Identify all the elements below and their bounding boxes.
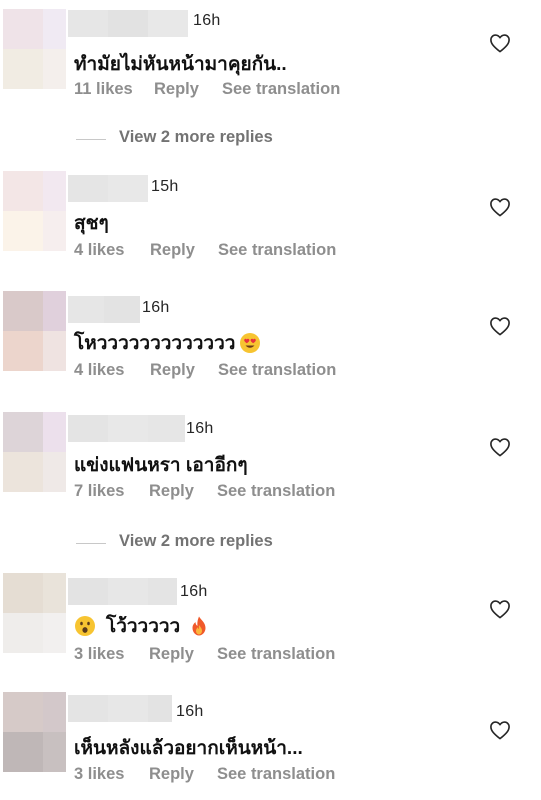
see-translation-button[interactable]: See translation [217, 482, 335, 501]
avatar[interactable] [3, 412, 66, 492]
see-translation-button[interactable]: See translation [222, 80, 340, 99]
avatar-cell [3, 171, 43, 211]
redacted-username[interactable] [68, 175, 148, 202]
view-more-replies-label[interactable]: View 2 more replies [119, 128, 273, 147]
comment: 16h โหววววววววววววว 4 likes Reply See tr… [0, 291, 541, 391]
avatar-cell [43, 171, 66, 211]
comment-text: โหววววววววววววว [74, 328, 261, 358]
view-more-replies[interactable]: View 2 more replies [0, 531, 541, 555]
avatar-cell [3, 613, 43, 653]
heart-icon[interactable] [489, 437, 511, 457]
avatar-cell [3, 412, 43, 452]
avatar[interactable] [3, 9, 66, 89]
comment-timestamp: 16h [186, 420, 214, 437]
comment: 16h ทำมัยไม่หันหน้ามาคุยกัน.. 11 likes R… [0, 9, 541, 109]
redacted-username[interactable] [68, 415, 185, 442]
see-translation-button[interactable]: See translation [218, 361, 336, 380]
avatar-cell [43, 291, 66, 331]
comment-text: โว้ววววว [74, 611, 210, 641]
avatar[interactable] [3, 171, 66, 251]
comment-text: ทำมัยไม่หันหน้ามาคุยกัน.. [74, 54, 287, 75]
heart-icon[interactable] [489, 316, 511, 336]
view-more-replies-label[interactable]: View 2 more replies [119, 532, 273, 551]
avatar-cell [43, 573, 66, 613]
likes-count[interactable]: 4 likes [74, 241, 124, 260]
comment: 16h เห็นหลังแล้วอยากเห็นหน้า... 3 likes … [0, 692, 541, 800]
avatar[interactable] [3, 573, 66, 653]
heart-icon[interactable] [489, 599, 511, 619]
reply-button[interactable]: Reply [149, 482, 194, 501]
comment-text: แข่งแฟนหรา เอาอีกๆ [74, 455, 248, 476]
avatar-cell [43, 49, 66, 89]
see-translation-button[interactable]: See translation [217, 645, 335, 664]
avatar-cell [43, 452, 66, 492]
comment-timestamp: 16h [142, 299, 170, 316]
reply-button[interactable]: Reply [150, 361, 195, 380]
likes-count[interactable]: 3 likes [74, 645, 124, 664]
view-more-replies[interactable]: View 2 more replies [0, 127, 541, 151]
likes-count[interactable]: 7 likes [74, 482, 124, 501]
comment-timestamp: 15h [151, 178, 179, 195]
avatar-cell [43, 613, 66, 653]
avatar-cell [3, 452, 43, 492]
see-translation-button[interactable]: See translation [217, 765, 335, 784]
divider-line [76, 543, 106, 544]
comment-timestamp: 16h [176, 703, 204, 720]
surprised-face-emoji [75, 616, 95, 636]
avatar-cell [43, 331, 66, 371]
reply-button[interactable]: Reply [154, 80, 199, 99]
avatar-cell [43, 692, 66, 732]
heart-icon[interactable] [489, 720, 511, 740]
avatar-cell [3, 331, 43, 371]
avatar[interactable] [3, 291, 66, 371]
avatar-cell [3, 9, 43, 49]
reply-button[interactable]: Reply [149, 645, 194, 664]
comment-text: สุชๆ [74, 213, 109, 234]
avatar-cell [3, 211, 43, 251]
divider-line [76, 139, 106, 140]
avatar-cell [3, 732, 43, 772]
comment: 15h สุชๆ 4 likes Reply See translation [0, 171, 541, 271]
see-translation-button[interactable]: See translation [218, 241, 336, 260]
reply-button[interactable]: Reply [150, 241, 195, 260]
likes-count[interactable]: 4 likes [74, 361, 124, 380]
redacted-username[interactable] [68, 578, 177, 605]
redacted-username[interactable] [68, 10, 188, 37]
likes-count[interactable]: 3 likes [74, 765, 124, 784]
redacted-username[interactable] [68, 695, 172, 722]
likes-count[interactable]: 11 likes [74, 80, 133, 99]
comment-timestamp: 16h [193, 12, 221, 29]
avatar-cell [3, 692, 43, 732]
avatar-cell [43, 211, 66, 251]
heart-icon[interactable] [489, 33, 511, 53]
avatar-cell [43, 412, 66, 452]
heart-icon[interactable] [489, 197, 511, 217]
comment-timestamp: 16h [180, 583, 208, 600]
comment: 16h แข่งแฟนหรา เอาอีกๆ 7 likes Reply See… [0, 412, 541, 512]
avatar-cell [3, 49, 43, 89]
avatar-cell [3, 291, 43, 331]
avatar-cell [43, 732, 66, 772]
redacted-username[interactable] [68, 296, 140, 323]
avatar-cell [43, 9, 66, 49]
reply-button[interactable]: Reply [149, 765, 194, 784]
avatar[interactable] [3, 692, 66, 772]
comment: 16h โว้ววววว 3 likes Reply See translati… [0, 573, 541, 673]
comment-text: เห็นหลังแล้วอยากเห็นหน้า... [74, 738, 303, 759]
avatar-cell [3, 573, 43, 613]
heart-eyes-emoji [240, 333, 261, 353]
fire-emoji [192, 616, 206, 636]
